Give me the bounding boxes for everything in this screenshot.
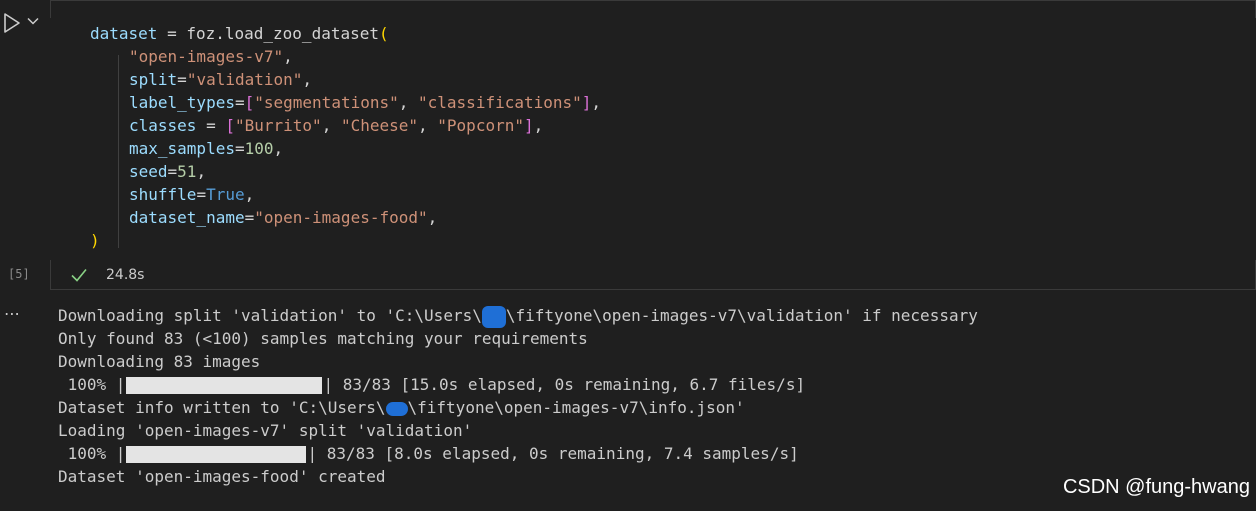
cell-output: Downloading split 'validation' to 'C:\Us…: [58, 304, 1248, 488]
code-token: ]: [581, 93, 592, 112]
output-text: \fiftyone\open-images-v7\info.json': [407, 398, 745, 417]
code-token: ,: [196, 162, 207, 181]
code-token: split: [129, 70, 178, 89]
code-token: "segmentations": [254, 93, 399, 112]
code-token: =: [167, 162, 178, 181]
code-token: ,: [398, 93, 419, 112]
code-token: =: [234, 139, 245, 158]
output-line: Downloading 83 images: [58, 352, 261, 371]
progress-stats: | 83/83 [15.0s elapsed, 0s remaining, 6.…: [323, 375, 806, 394]
code-token: =: [196, 116, 226, 135]
check-icon: [71, 268, 87, 282]
code-token: 51: [177, 162, 197, 181]
code-line: dataset = foz.load_zoo_dataset(: [90, 22, 389, 45]
code-token: classes: [129, 116, 197, 135]
output-text: Dataset info written to 'C:\Users\: [58, 398, 386, 417]
code-token: max_samples: [129, 139, 235, 158]
output-line: Loading 'open-images-v7' split 'validati…: [58, 421, 473, 440]
cell-status: 24.8s: [70, 265, 144, 285]
code-token: seed: [129, 162, 168, 181]
code-token: "classifications": [418, 93, 582, 112]
output-text: \fiftyone\open-images-v7\validation' if …: [505, 306, 978, 325]
code-token: [: [225, 116, 235, 135]
code-line: ): [90, 229, 100, 252]
code-token: "Cheese": [340, 116, 419, 135]
code-line: seed=51,: [129, 160, 206, 183]
code-token: (: [379, 24, 389, 43]
progress-percent: 100% |: [58, 444, 126, 463]
cell-gutter: [5] ⋯: [0, 0, 50, 511]
run-icon[interactable]: [2, 12, 22, 34]
more-icon[interactable]: ⋯: [4, 304, 21, 323]
code-token: ,: [533, 116, 544, 135]
progress-line: 100% | | 83/83 [8.0s elapsed, 0s remainin…: [58, 442, 1248, 465]
output-line: Dataset info written to 'C:\Users\ \fifty…: [58, 396, 1248, 419]
chevron-down-icon[interactable]: [26, 14, 40, 28]
code-token: = foz.load_zoo_dataset: [157, 24, 379, 43]
code-token: [: [244, 93, 255, 112]
code-line: shuffle=True,: [129, 183, 254, 206]
code-token: "validation": [186, 70, 303, 89]
code-token: ,: [418, 116, 438, 135]
code-token: dataset_name: [129, 208, 245, 227]
code-token: =: [196, 185, 207, 204]
code-token: "Popcorn": [437, 116, 524, 135]
code-token: =: [177, 70, 187, 89]
watermark: CSDN @fung-hwang: [1062, 476, 1250, 498]
code-line: split="validation",: [129, 68, 312, 91]
code-token: ,: [591, 93, 602, 112]
output-line: Downloading split 'validation' to 'C:\Us…: [58, 304, 1248, 328]
code-token: "open-images-v7": [129, 47, 284, 66]
code-token: label_types: [129, 93, 235, 112]
output-text: Downloading split 'validation' to 'C:\Us…: [58, 306, 482, 325]
code-token: "Burrito": [234, 116, 322, 135]
progress-percent: 100% |: [58, 375, 126, 394]
code-token: =: [234, 93, 245, 112]
code-line: "open-images-v7",: [129, 45, 293, 68]
code-token: ,: [283, 47, 293, 66]
code-token: dataset: [90, 24, 158, 43]
redaction-mark: [385, 401, 408, 416]
code-token: ]: [523, 116, 534, 135]
indent-guide: [118, 55, 119, 248]
progress-line: 100% | | 83/83 [15.0s elapsed, 0s remaini…: [58, 373, 1248, 396]
code-line: classes = ["Burrito", "Cheese", "Popcorn…: [129, 114, 543, 137]
code-token: ,: [427, 208, 438, 227]
code-token: ,: [273, 139, 284, 158]
code-token: ,: [321, 116, 341, 135]
code-token: "open-images-food": [254, 208, 428, 227]
code-token: ,: [302, 70, 313, 89]
progress-bar: [126, 377, 323, 394]
output-line: Only found 83 (<100) samples matching yo…: [58, 329, 588, 348]
code-line: label_types=["segmentations", "classific…: [129, 91, 601, 114]
code-line: dataset_name="open-images-food",: [129, 206, 437, 229]
code-token: ): [90, 231, 100, 250]
progress-stats: | 83/83 [8.0s elapsed, 0s remaining, 7.4…: [307, 444, 799, 463]
code-token: 100: [244, 139, 274, 158]
code-token: shuffle: [129, 185, 197, 204]
redaction-mark: [481, 305, 506, 328]
code-token: =: [244, 208, 255, 227]
code-token: ,: [244, 185, 255, 204]
code-editor[interactable]: dataset = foz.load_zoo_dataset( "open-im…: [50, 18, 1256, 260]
code-line: max_samples=100,: [129, 137, 283, 160]
execution-count: [5]: [8, 267, 30, 281]
code-token: True: [206, 185, 245, 204]
execution-duration: 24.8s: [106, 267, 145, 283]
progress-bar: [126, 446, 307, 463]
